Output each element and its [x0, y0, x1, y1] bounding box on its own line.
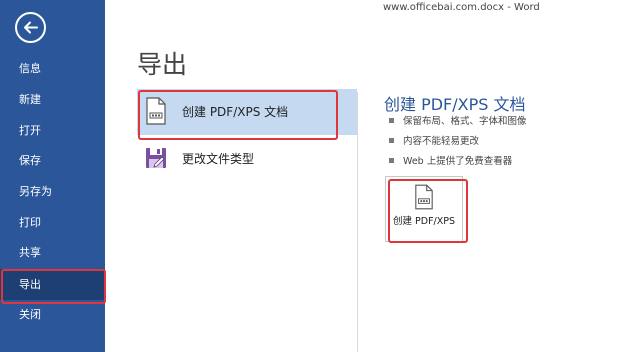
sidebar-item-info[interactable]: 信息	[0, 53, 105, 84]
sidebar-item-close[interactable]: 关闭	[0, 299, 105, 330]
pdf-document-icon	[146, 97, 166, 125]
option-change-file-type[interactable]: 更改文件类型	[137, 136, 357, 182]
back-arrow-icon	[24, 21, 38, 34]
page-title: 导出	[137, 50, 188, 79]
feature-list: 保留布局、格式、字体和图像 内容不能轻易更改 Web 上提供了免费查看器	[389, 115, 527, 175]
backstage-sidebar: 信息 新建 打开 保存 另存为 打印 共享 导出 关闭	[0, 0, 106, 352]
option-label: 更改文件类型	[182, 152, 255, 166]
sidebar-item-share[interactable]: 共享	[0, 237, 105, 268]
create-button-label: 创建 PDF/XPS	[393, 216, 455, 227]
pdf-document-icon	[415, 184, 433, 210]
feature-item: 内容不能轻易更改	[389, 135, 527, 155]
window-title: www.officebai.com.docx - Word	[383, 2, 540, 13]
sidebar-item-new[interactable]: 新建	[0, 84, 105, 115]
feature-item: Web 上提供了免费查看器	[389, 155, 527, 175]
sidebar-item-print[interactable]: 打印	[0, 207, 105, 238]
panel-divider	[357, 92, 358, 352]
option-create-pdf-xps[interactable]: 创建 PDF/XPS 文档	[137, 89, 357, 140]
feature-item: 保留布局、格式、字体和图像	[389, 115, 527, 135]
create-pdf-xps-button[interactable]: 创建 PDF/XPS	[385, 176, 468, 243]
sidebar-item-save[interactable]: 保存	[0, 145, 105, 176]
back-button[interactable]	[15, 12, 46, 43]
option-label: 创建 PDF/XPS 文档	[182, 105, 289, 119]
change-file-type-icon	[146, 148, 166, 168]
detail-title: 创建 PDF/XPS 文档	[384, 95, 526, 114]
sidebar-item-open[interactable]: 打开	[0, 115, 105, 146]
sidebar-item-save-as[interactable]: 另存为	[0, 176, 105, 207]
sidebar-item-export[interactable]: 导出	[0, 269, 106, 304]
